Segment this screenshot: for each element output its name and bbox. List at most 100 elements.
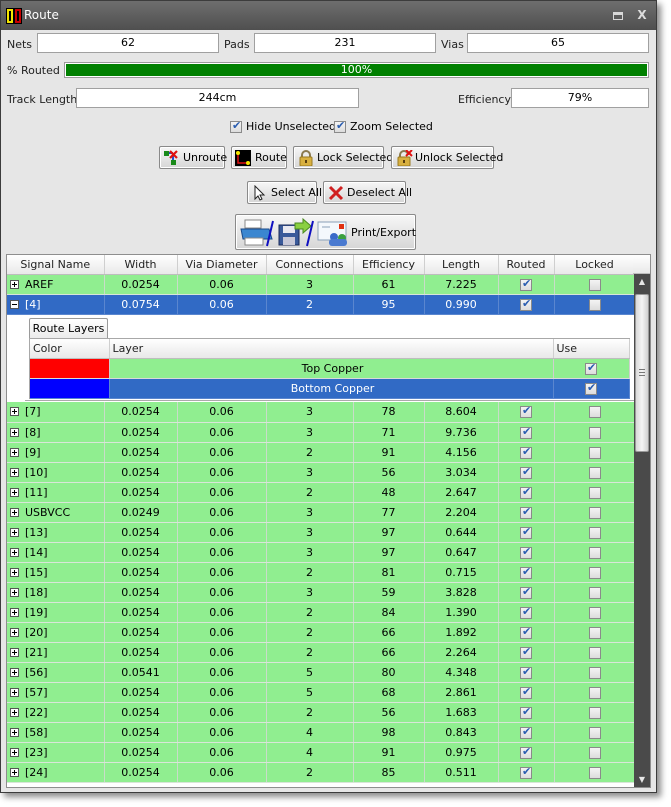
locked-checkbox[interactable] <box>588 706 601 719</box>
expand-icon[interactable] <box>10 487 19 497</box>
table-row[interactable]: AREF 0.0254 0.06 3 61 7.225 <box>7 274 636 295</box>
locked-checkbox[interactable] <box>588 586 601 599</box>
title-bar[interactable]: Route X <box>1 1 656 30</box>
routed-checkbox[interactable] <box>520 525 532 539</box>
layer-use-checkbox[interactable] <box>585 381 597 395</box>
collapse-icon[interactable] <box>10 299 19 309</box>
expand-icon[interactable] <box>10 407 19 417</box>
routed-checkbox[interactable] <box>520 505 532 519</box>
hide-unselected-check[interactable] <box>230 119 242 133</box>
routed-checkbox[interactable] <box>520 297 532 311</box>
locked-checkbox[interactable] <box>588 466 601 479</box>
routed-checkbox[interactable] <box>520 745 532 759</box>
routed-checkbox[interactable] <box>520 605 532 619</box>
locked-checkbox[interactable] <box>588 726 601 739</box>
expand-icon[interactable] <box>10 547 19 557</box>
expand-icon[interactable] <box>10 587 19 597</box>
table-row[interactable]: [58] 0.0254 0.06 4 98 0.843 <box>7 722 636 743</box>
locked-checkbox[interactable] <box>588 666 601 679</box>
table-row[interactable]: [22] 0.0254 0.06 2 56 1.683 <box>7 702 636 723</box>
routed-checkbox[interactable] <box>520 725 532 739</box>
table-row[interactable]: [20] 0.0254 0.06 2 66 1.892 <box>7 622 636 643</box>
table-row[interactable]: [7] 0.0254 0.06 3 78 8.604 <box>7 402 636 423</box>
expand-icon[interactable] <box>10 279 19 289</box>
column-header[interactable]: Connections <box>266 255 354 275</box>
close-button[interactable]: X <box>634 7 650 23</box>
layer-color-cell[interactable] <box>30 358 110 379</box>
table-row[interactable]: [9] 0.0254 0.06 2 91 4.156 <box>7 442 636 463</box>
expand-icon[interactable] <box>10 747 19 757</box>
layer-column-header[interactable]: Layer <box>109 339 554 359</box>
locked-checkbox[interactable] <box>588 646 601 659</box>
layer-color-cell[interactable] <box>30 378 110 399</box>
layer-color-swatch[interactable] <box>30 378 109 398</box>
layer-color-swatch[interactable] <box>30 358 109 378</box>
expand-icon[interactable] <box>10 627 19 637</box>
zoom-selected-check[interactable] <box>334 119 346 133</box>
zoom-selected-checkbox[interactable]: Zoom Selected <box>334 119 433 133</box>
layer-row[interactable]: Top Copper <box>30 358 630 379</box>
deselect-all-button[interactable]: Deselect All <box>323 181 412 204</box>
routed-checkbox[interactable] <box>520 445 532 459</box>
layer-column-header[interactable]: Color <box>30 339 110 359</box>
routed-checkbox[interactable] <box>520 465 532 479</box>
locked-checkbox[interactable] <box>588 486 601 499</box>
route-button[interactable]: Route <box>231 146 287 169</box>
table-row[interactable]: [23] 0.0254 0.06 4 91 0.975 <box>7 742 636 763</box>
vertical-scrollbar[interactable]: ▲ ▼ <box>634 274 650 787</box>
tab-route-layers[interactable]: Route Layers <box>29 318 108 339</box>
expand-icon[interactable] <box>10 607 19 617</box>
expand-icon[interactable] <box>10 527 19 537</box>
table-row[interactable]: [19] 0.0254 0.06 2 84 1.390 <box>7 602 636 623</box>
table-row[interactable]: [13] 0.0254 0.06 3 97 0.644 <box>7 522 636 543</box>
table-row[interactable]: [4] 0.0754 0.06 2 95 0.990 <box>7 294 636 315</box>
expand-icon[interactable] <box>10 647 19 657</box>
expand-icon[interactable] <box>10 567 19 577</box>
locked-checkbox[interactable] <box>588 566 601 579</box>
layer-use-checkbox[interactable] <box>585 361 597 375</box>
restore-button[interactable] <box>610 7 626 23</box>
unlock-selected-button[interactable]: Unlock Selected <box>391 146 503 169</box>
column-header[interactable]: Routed <box>498 255 555 275</box>
layer-column-header[interactable]: Use <box>553 339 630 359</box>
table-row[interactable]: USBVCC 0.0249 0.06 3 77 2.204 <box>7 502 636 523</box>
routed-checkbox[interactable] <box>520 485 532 499</box>
routed-checkbox[interactable] <box>520 545 532 559</box>
locked-checkbox[interactable] <box>588 546 601 559</box>
table-row[interactable]: [57] 0.0254 0.06 5 68 2.861 <box>7 682 636 703</box>
table-row[interactable]: [21] 0.0254 0.06 2 66 2.264 <box>7 642 636 663</box>
expand-icon[interactable] <box>10 707 19 717</box>
locked-checkbox[interactable] <box>588 426 601 439</box>
table-row[interactable]: [14] 0.0254 0.06 3 97 0.647 <box>7 542 636 563</box>
expand-icon[interactable] <box>10 767 19 777</box>
table-row[interactable]: [24] 0.0254 0.06 2 85 0.511 <box>7 762 636 783</box>
routed-checkbox[interactable] <box>520 565 532 579</box>
scroll-thumb[interactable] <box>635 294 649 452</box>
locked-checkbox[interactable] <box>588 406 601 419</box>
routed-checkbox[interactable] <box>520 277 532 291</box>
locked-checkbox[interactable] <box>588 526 601 539</box>
expand-icon[interactable] <box>10 507 19 517</box>
locked-checkbox[interactable] <box>588 626 601 639</box>
column-header[interactable]: Length <box>424 255 499 275</box>
scroll-up-arrow-icon[interactable]: ▲ <box>634 274 650 290</box>
expand-icon[interactable] <box>10 667 19 677</box>
column-header[interactable]: Via Diameter <box>177 255 267 275</box>
expand-icon[interactable] <box>10 687 19 697</box>
table-row[interactable]: [56] 0.0541 0.06 5 80 4.348 <box>7 662 636 683</box>
routed-checkbox[interactable] <box>520 404 532 419</box>
table-row[interactable]: [10] 0.0254 0.06 3 56 3.034 <box>7 462 636 483</box>
expand-icon[interactable] <box>10 727 19 737</box>
table-row[interactable]: [18] 0.0254 0.06 3 59 3.828 <box>7 582 636 603</box>
unroute-button[interactable]: Unroute <box>159 146 227 169</box>
column-header[interactable]: Width <box>104 255 178 275</box>
column-header[interactable]: Signal Name <box>7 255 105 275</box>
locked-checkbox[interactable] <box>588 278 601 291</box>
routed-checkbox[interactable] <box>520 685 532 699</box>
locked-checkbox[interactable] <box>588 606 601 619</box>
routed-checkbox[interactable] <box>520 765 532 779</box>
routed-checkbox[interactable] <box>520 645 532 659</box>
table-row[interactable]: [15] 0.0254 0.06 2 81 0.715 <box>7 562 636 583</box>
locked-checkbox[interactable] <box>588 298 601 311</box>
locked-checkbox[interactable] <box>588 746 601 759</box>
